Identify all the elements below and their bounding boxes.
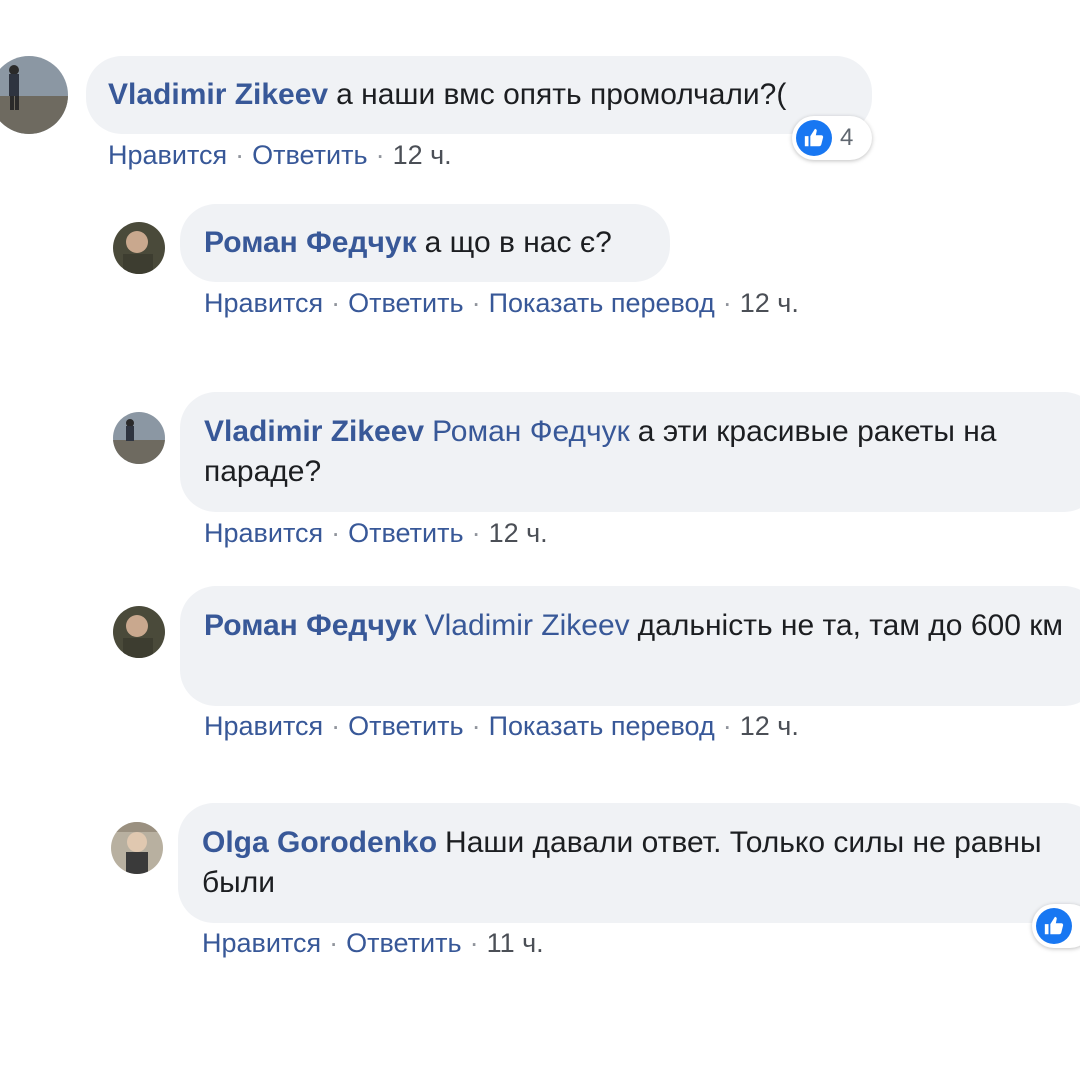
like-button[interactable]: Нравится bbox=[202, 928, 321, 958]
comment-reply: Olga Gorodenko Наши давали ответ. Только … bbox=[0, 0, 1080, 1000]
comment-author[interactable]: Olga Gorodenko bbox=[202, 826, 437, 859]
separator-dot: · bbox=[329, 928, 339, 958]
avatar-photo bbox=[111, 822, 163, 874]
comment-timestamp[interactable]: 11 ч. bbox=[487, 928, 544, 958]
comment-actions: Нравится · Ответить · 11 ч. bbox=[202, 928, 544, 959]
comment-bubble: Olga Gorodenko Наши давали ответ. Только … bbox=[178, 803, 1080, 923]
reaction-summary[interactable] bbox=[1032, 904, 1080, 948]
reply-button[interactable]: Ответить bbox=[346, 928, 461, 958]
avatar[interactable] bbox=[111, 822, 163, 874]
comment-thread: Vladimir Zikeev а наши вмс опять промолча… bbox=[0, 0, 1080, 1080]
like-icon bbox=[1036, 908, 1072, 944]
separator-dot: · bbox=[469, 928, 479, 958]
